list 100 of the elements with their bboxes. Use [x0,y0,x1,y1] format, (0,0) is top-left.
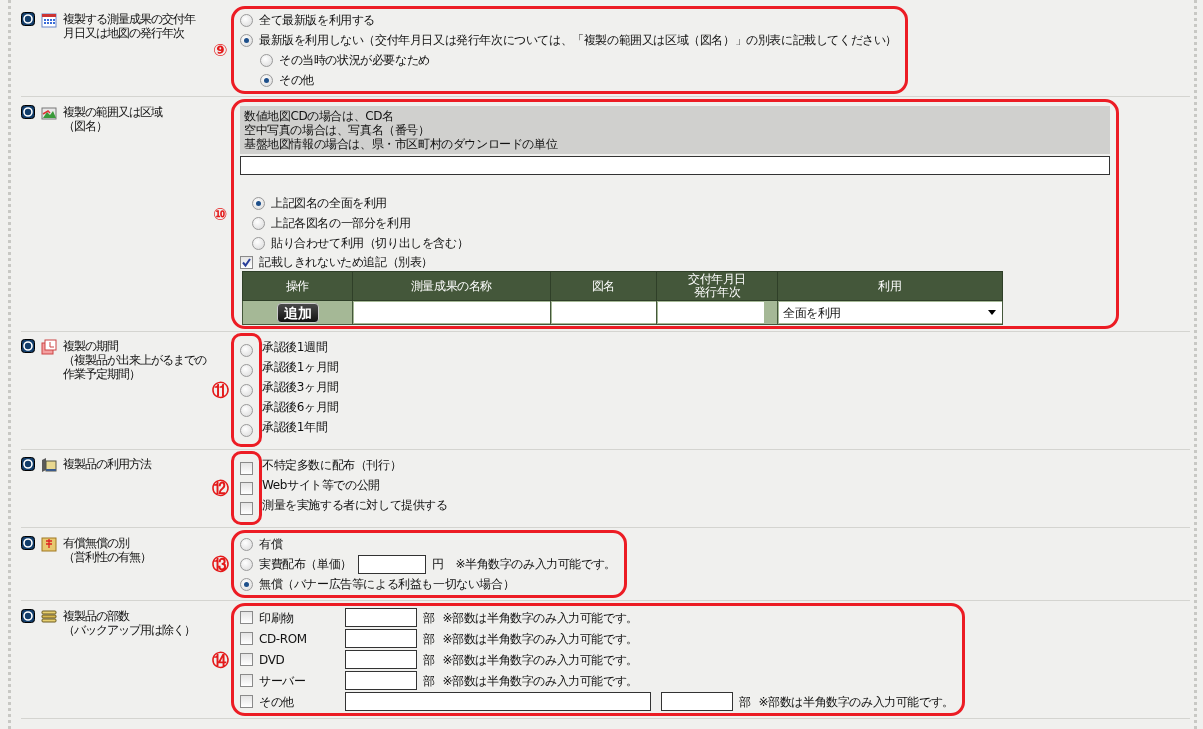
option-label: 承認後3ヶ月間 [262,380,339,394]
radio-button[interactable] [240,343,253,357]
checkbox[interactable] [240,611,253,624]
field-label: 複製する測量成果の交付年 月日又は地図の発行年次 [63,12,195,42]
unit-label: 部 [423,610,435,625]
hint-note: ※部数は半角数字のみ入力可能です。 [442,673,638,688]
text-input[interactable] [345,671,417,690]
checkbox[interactable] [240,481,253,495]
annotation-number: ⑭ [211,652,229,667]
option-label: その他 [279,73,314,87]
checkbox[interactable] [240,674,253,687]
note-icon [41,536,57,552]
option-label: 無償（バナー広告等による利益も一切ない場合） [259,577,515,591]
checkbox[interactable] [240,653,253,666]
column-header: 測量成果の名称 [410,278,493,293]
column-header: 利用 [878,278,902,293]
option-label: 記載しきれないため追記（別表） [259,255,433,269]
field-label: 複製の期間 （複製品が出来上がるまでの 作業予定期間） [63,339,206,383]
help-icon[interactable] [21,609,35,623]
help-icon[interactable] [21,536,35,550]
annotation-number: ⑩ [213,207,227,221]
text-input[interactable] [661,692,733,711]
caret-icon [988,310,996,315]
text-input[interactable] [354,302,550,323]
hint-note: ※部数は半角数字のみ入力可能です。 [442,631,638,646]
stack-icon [41,609,57,625]
radio-button[interactable] [252,216,265,230]
text-input[interactable] [345,629,417,648]
select-dropdown[interactable]: 全面を利用 [779,302,1002,323]
option-label: CD-ROM [259,631,308,646]
checkbox[interactable] [240,695,253,708]
annotation-number: ⑨ [213,43,227,57]
radio-button[interactable] [240,383,253,397]
radio-button[interactable] [240,557,253,571]
option-label: その他 [259,694,295,709]
hint-note: ※半角数字のみ入力可能です。 [455,557,616,571]
add-button[interactable]: 追加 [277,302,319,323]
field-label: 複製品の利用方法 [63,457,151,473]
radio-button[interactable] [240,537,253,551]
option-label: 実費配布（単価） [259,557,352,571]
help-icon[interactable] [21,457,35,471]
select-value: 全面を利用 [783,305,841,320]
hint-text: 数値地図CDの場合は、CD名 空中写真の場合は、写真名（番号） 基盤地図情報の場合は、県・市区町村のダウンロードの単位 [240,106,1110,154]
option-label: 承認後1ヶ月間 [262,360,339,374]
map-icon [41,105,57,121]
checkbox[interactable] [240,632,253,645]
checkbox[interactable] [240,255,253,269]
option-label: 貼り合わせて利用（切り出しを含む） [271,236,469,250]
text-input[interactable] [345,608,417,627]
radio-button[interactable] [240,577,253,591]
hint-note: ※部数は半角数字のみ入力可能です。 [442,610,638,625]
hint-note: ※部数は半角数字のみ入力可能です。 [758,694,954,709]
help-icon[interactable] [21,105,35,119]
checkbox[interactable] [240,501,253,515]
option-label: 承認後1週間 [262,340,328,354]
help-icon[interactable] [21,12,35,26]
field-label: 複製の範囲又は区域 （図名） [63,105,162,135]
radio-button[interactable] [260,73,273,87]
option-label: 上記図名の全面を利用 [271,196,387,210]
option-label: 印刷物 [259,610,295,625]
option-label: 測量を実施する者に対して提供する [262,498,448,512]
annotation-number: ⑬ [211,557,229,571]
text-input[interactable] [345,650,417,669]
book-icon [41,457,57,473]
unit-label: 部 [739,694,751,709]
radio-button[interactable] [240,13,253,27]
radio-button[interactable] [260,53,273,67]
column-header: 図名 [591,278,616,293]
radio-button[interactable] [252,236,265,250]
column-header: 交付年月日発行年次 [687,273,747,299]
annotation-number: ⑪ [211,383,229,397]
field-label: 複製品の部数 （バックアップ用は除く） [63,609,195,639]
unit-label: 円 [431,557,444,571]
text-input[interactable] [552,302,656,323]
annotation-number: ⑫ [211,481,229,495]
option-label: Webサイト等での公開 [262,478,380,492]
checkbox[interactable] [240,461,253,475]
option-label: 全て最新版を利用する [259,13,375,27]
radio-button[interactable] [252,196,265,210]
hint-note: ※部数は半角数字のみ入力可能です。 [442,652,638,667]
help-icon[interactable] [21,339,35,353]
field-label: 有償無償の別 （営利性の有無） [63,536,151,566]
unit-label: 部 [423,652,435,667]
text-input[interactable] [240,156,1110,175]
calendar-icon [41,12,57,28]
option-label: 上記各図名の一部分を利用 [271,216,411,230]
radio-button[interactable] [240,403,253,417]
text-input[interactable] [357,554,426,574]
document-icon [41,339,57,355]
text-input[interactable] [345,692,651,711]
option-label: 最新版を利用しない（交付年月日又は発行年次については、「複製の範囲又は区域（図名）」の別表に記載してください） [259,33,897,47]
option-label: DVD [259,652,286,667]
radio-button[interactable] [240,363,253,377]
option-label: 不特定多数に配布（刊行） [262,458,402,472]
unit-label: 部 [423,673,435,688]
unit-label: 部 [423,631,435,646]
column-header: 操作 [285,278,310,293]
radio-button[interactable] [240,33,253,47]
option-label: 有償 [259,537,283,551]
radio-button[interactable] [240,423,253,437]
